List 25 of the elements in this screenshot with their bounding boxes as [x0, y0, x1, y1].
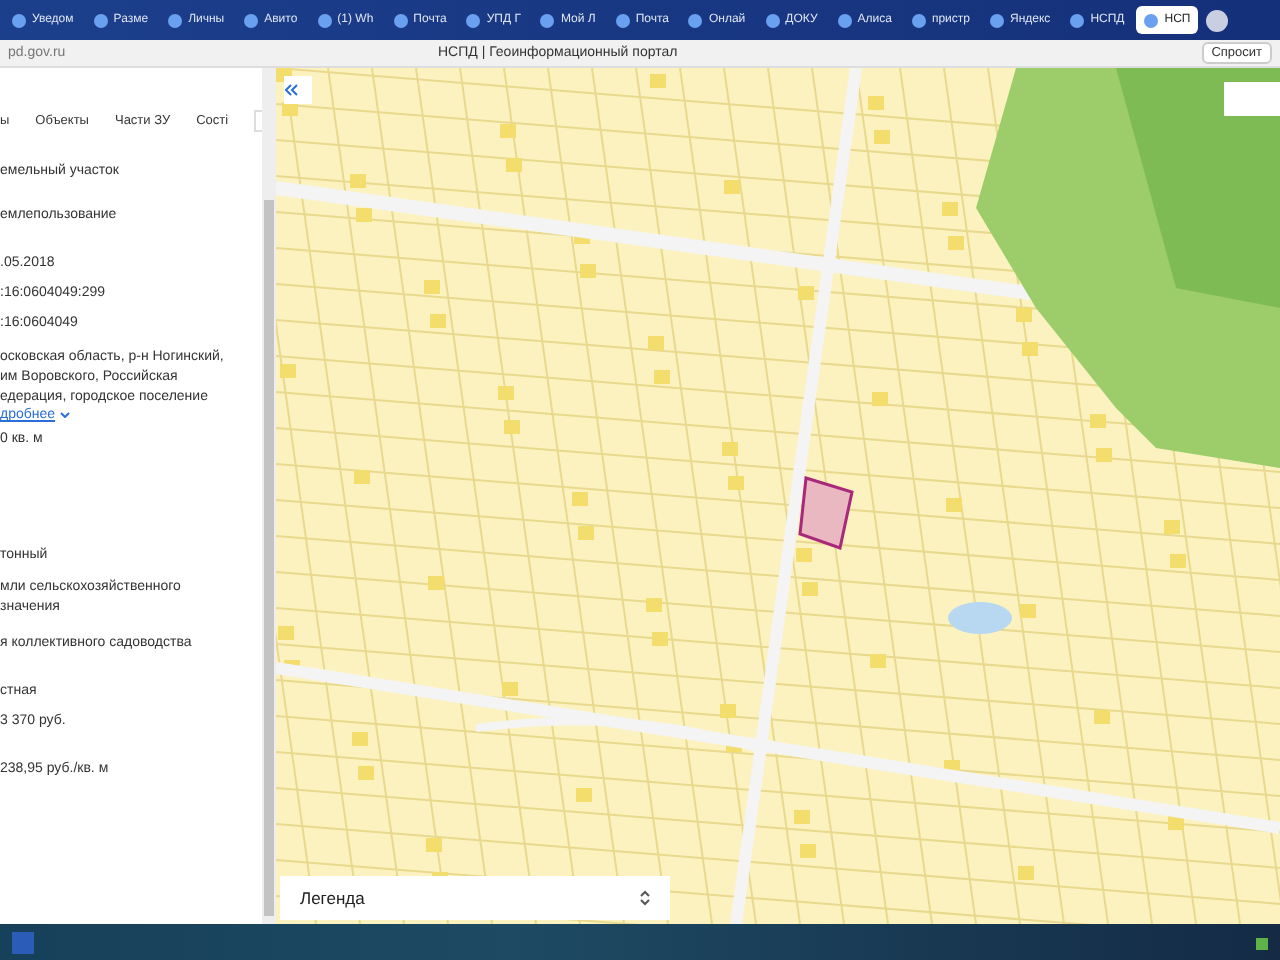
collapse-button[interactable]	[284, 76, 312, 104]
site-icon	[911, 13, 926, 27]
site-icon	[688, 13, 703, 27]
site-icon	[765, 13, 780, 27]
site-icon	[244, 13, 259, 27]
legend-dropdown[interactable]: Легенда	[280, 876, 670, 920]
new-tab-icon[interactable]	[1206, 9, 1229, 31]
double-chevron-left-icon	[284, 84, 298, 96]
site-icon	[12, 13, 26, 27]
tray-icon[interactable]	[1256, 937, 1268, 949]
site-icon	[615, 13, 630, 27]
scrollbar[interactable]	[262, 68, 276, 924]
site-icon	[540, 13, 555, 27]
site-icon	[990, 13, 1004, 27]
site-icon	[317, 13, 332, 27]
map-panel	[1224, 82, 1280, 116]
updown-chevron-icon	[640, 890, 650, 906]
chevron-down-icon	[59, 412, 69, 418]
site-icon	[1070, 13, 1085, 27]
site-icon	[837, 13, 852, 27]
site-icon	[168, 13, 183, 27]
site-icon	[466, 13, 481, 27]
site-icon	[1144, 13, 1159, 27]
site-icon	[393, 13, 408, 27]
site-icon	[93, 13, 108, 27]
